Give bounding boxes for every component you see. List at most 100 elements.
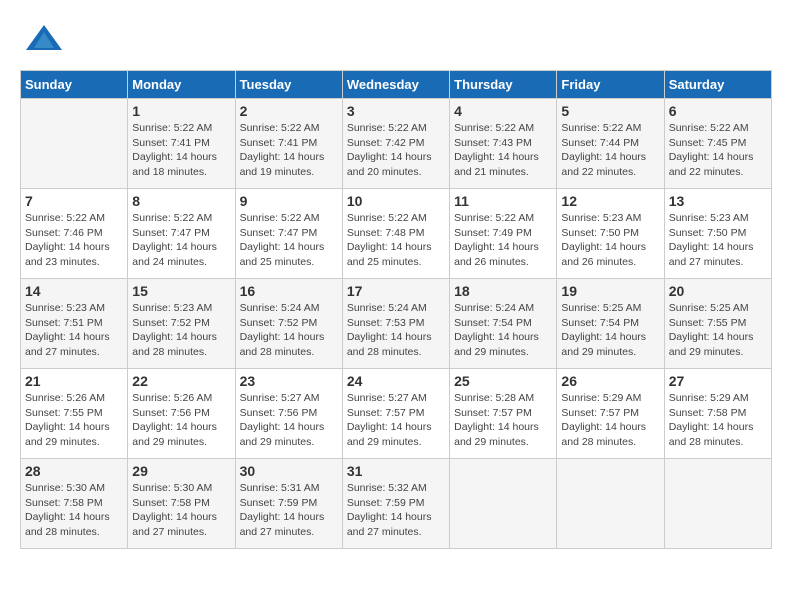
day-info: Sunrise: 5:23 AM Sunset: 7:50 PM Dayligh…: [561, 211, 659, 270]
calendar-cell: 27 Sunrise: 5:29 AM Sunset: 7:58 PM Dayli…: [664, 369, 771, 459]
calendar-cell: 2 Sunrise: 5:22 AM Sunset: 7:41 PM Daylig…: [235, 99, 342, 189]
day-number: 5: [561, 103, 659, 119]
day-info: Sunrise: 5:24 AM Sunset: 7:54 PM Dayligh…: [454, 301, 552, 360]
day-info: Sunrise: 5:22 AM Sunset: 7:41 PM Dayligh…: [132, 121, 230, 180]
day-info: Sunrise: 5:27 AM Sunset: 7:56 PM Dayligh…: [240, 391, 338, 450]
day-info: Sunrise: 5:24 AM Sunset: 7:53 PM Dayligh…: [347, 301, 445, 360]
col-header-sunday: Sunday: [21, 71, 128, 99]
day-number: 1: [132, 103, 230, 119]
calendar-cell: 21 Sunrise: 5:26 AM Sunset: 7:55 PM Dayli…: [21, 369, 128, 459]
day-info: Sunrise: 5:29 AM Sunset: 7:57 PM Dayligh…: [561, 391, 659, 450]
day-info: Sunrise: 5:22 AM Sunset: 7:42 PM Dayligh…: [347, 121, 445, 180]
day-number: 29: [132, 463, 230, 479]
day-number: 14: [25, 283, 123, 299]
day-number: 6: [669, 103, 767, 119]
day-info: Sunrise: 5:22 AM Sunset: 7:48 PM Dayligh…: [347, 211, 445, 270]
day-info: Sunrise: 5:26 AM Sunset: 7:56 PM Dayligh…: [132, 391, 230, 450]
day-number: 23: [240, 373, 338, 389]
day-number: 20: [669, 283, 767, 299]
calendar-cell: 10 Sunrise: 5:22 AM Sunset: 7:48 PM Dayli…: [342, 189, 449, 279]
day-info: Sunrise: 5:30 AM Sunset: 7:58 PM Dayligh…: [25, 481, 123, 540]
calendar-cell: 22Sunrise: 5:26 AM Sunset: 7:56 PM Dayli…: [128, 369, 235, 459]
day-info: Sunrise: 5:22 AM Sunset: 7:45 PM Dayligh…: [669, 121, 767, 180]
calendar-cell: 17 Sunrise: 5:24 AM Sunset: 7:53 PM Dayli…: [342, 279, 449, 369]
day-info: Sunrise: 5:30 AM Sunset: 7:58 PM Dayligh…: [132, 481, 230, 540]
page-header: [20, 20, 772, 60]
day-info: Sunrise: 5:25 AM Sunset: 7:54 PM Dayligh…: [561, 301, 659, 360]
day-number: 12: [561, 193, 659, 209]
col-header-friday: Friday: [557, 71, 664, 99]
day-info: Sunrise: 5:22 AM Sunset: 7:43 PM Dayligh…: [454, 121, 552, 180]
day-number: 26: [561, 373, 659, 389]
day-info: Sunrise: 5:23 AM Sunset: 7:52 PM Dayligh…: [132, 301, 230, 360]
logo-icon: [24, 20, 64, 60]
calendar-cell: 29 Sunrise: 5:30 AM Sunset: 7:58 PM Dayli…: [128, 459, 235, 549]
calendar-cell: 13Sunrise: 5:23 AM Sunset: 7:50 PM Dayli…: [664, 189, 771, 279]
day-info: Sunrise: 5:29 AM Sunset: 7:58 PM Dayligh…: [669, 391, 767, 450]
calendar-cell: 5 Sunrise: 5:22 AM Sunset: 7:44 PM Daylig…: [557, 99, 664, 189]
day-info: Sunrise: 5:22 AM Sunset: 7:44 PM Dayligh…: [561, 121, 659, 180]
calendar-cell: 12 Sunrise: 5:23 AM Sunset: 7:50 PM Dayli…: [557, 189, 664, 279]
day-number: 31: [347, 463, 445, 479]
day-number: 21: [25, 373, 123, 389]
day-number: 7: [25, 193, 123, 209]
calendar-cell: 19 Sunrise: 5:25 AM Sunset: 7:54 PM Dayli…: [557, 279, 664, 369]
calendar-cell: 25Sunrise: 5:28 AM Sunset: 7:57 PM Dayli…: [450, 369, 557, 459]
day-number: 2: [240, 103, 338, 119]
calendar-week-5: 28 Sunrise: 5:30 AM Sunset: 7:58 PM Dayli…: [21, 459, 772, 549]
calendar-cell: 24Sunrise: 5:27 AM Sunset: 7:57 PM Dayli…: [342, 369, 449, 459]
day-number: 9: [240, 193, 338, 209]
day-info: Sunrise: 5:22 AM Sunset: 7:47 PM Dayligh…: [240, 211, 338, 270]
col-header-thursday: Thursday: [450, 71, 557, 99]
calendar-cell: 6 Sunrise: 5:22 AM Sunset: 7:45 PM Daylig…: [664, 99, 771, 189]
calendar-cell: 30 Sunrise: 5:31 AM Sunset: 7:59 PM Dayli…: [235, 459, 342, 549]
header-row: SundayMondayTuesdayWednesdayThursdayFrid…: [21, 71, 772, 99]
calendar-cell: 9 Sunrise: 5:22 AM Sunset: 7:47 PM Daylig…: [235, 189, 342, 279]
day-info: Sunrise: 5:22 AM Sunset: 7:41 PM Dayligh…: [240, 121, 338, 180]
day-number: 25: [454, 373, 552, 389]
day-info: Sunrise: 5:24 AM Sunset: 7:52 PM Dayligh…: [240, 301, 338, 360]
day-info: Sunrise: 5:22 AM Sunset: 7:49 PM Dayligh…: [454, 211, 552, 270]
day-info: Sunrise: 5:31 AM Sunset: 7:59 PM Dayligh…: [240, 481, 338, 540]
calendar-cell: 11Sunrise: 5:22 AM Sunset: 7:49 PM Dayli…: [450, 189, 557, 279]
col-header-tuesday: Tuesday: [235, 71, 342, 99]
day-number: 10: [347, 193, 445, 209]
day-number: 3: [347, 103, 445, 119]
calendar-cell: 26 Sunrise: 5:29 AM Sunset: 7:57 PM Dayli…: [557, 369, 664, 459]
day-number: 17: [347, 283, 445, 299]
calendar-cell: 8 Sunrise: 5:22 AM Sunset: 7:47 PM Daylig…: [128, 189, 235, 279]
calendar-cell: 4 Sunrise: 5:22 AM Sunset: 7:43 PM Daylig…: [450, 99, 557, 189]
day-number: 28: [25, 463, 123, 479]
day-number: 15: [132, 283, 230, 299]
day-info: Sunrise: 5:23 AM Sunset: 7:50 PM Dayligh…: [669, 211, 767, 270]
day-number: 8: [132, 193, 230, 209]
calendar-cell: 28 Sunrise: 5:30 AM Sunset: 7:58 PM Dayli…: [21, 459, 128, 549]
day-number: 30: [240, 463, 338, 479]
col-header-saturday: Saturday: [664, 71, 771, 99]
day-info: Sunrise: 5:22 AM Sunset: 7:47 PM Dayligh…: [132, 211, 230, 270]
day-number: 4: [454, 103, 552, 119]
day-number: 27: [669, 373, 767, 389]
calendar-cell: 15 Sunrise: 5:23 AM Sunset: 7:52 PM Dayli…: [128, 279, 235, 369]
calendar-week-1: 1 Sunrise: 5:22 AM Sunset: 7:41 PM Daylig…: [21, 99, 772, 189]
col-header-monday: Monday: [128, 71, 235, 99]
day-number: 19: [561, 283, 659, 299]
day-info: Sunrise: 5:26 AM Sunset: 7:55 PM Dayligh…: [25, 391, 123, 450]
day-number: 16: [240, 283, 338, 299]
calendar-cell: [450, 459, 557, 549]
calendar-cell: 14 Sunrise: 5:23 AM Sunset: 7:51 PM Dayli…: [21, 279, 128, 369]
calendar-cell: [21, 99, 128, 189]
calendar-table: SundayMondayTuesdayWednesdayThursdayFrid…: [20, 70, 772, 549]
calendar-cell: 31Sunrise: 5:32 AM Sunset: 7:59 PM Dayli…: [342, 459, 449, 549]
calendar-cell: [664, 459, 771, 549]
day-info: Sunrise: 5:23 AM Sunset: 7:51 PM Dayligh…: [25, 301, 123, 360]
calendar-cell: [557, 459, 664, 549]
calendar-cell: 20Sunrise: 5:25 AM Sunset: 7:55 PM Dayli…: [664, 279, 771, 369]
calendar-cell: 1 Sunrise: 5:22 AM Sunset: 7:41 PM Daylig…: [128, 99, 235, 189]
calendar-week-3: 14 Sunrise: 5:23 AM Sunset: 7:51 PM Dayli…: [21, 279, 772, 369]
day-number: 18: [454, 283, 552, 299]
calendar-week-2: 7 Sunrise: 5:22 AM Sunset: 7:46 PM Daylig…: [21, 189, 772, 279]
calendar-cell: 18 Sunrise: 5:24 AM Sunset: 7:54 PM Dayli…: [450, 279, 557, 369]
day-info: Sunrise: 5:27 AM Sunset: 7:57 PM Dayligh…: [347, 391, 445, 450]
day-info: Sunrise: 5:22 AM Sunset: 7:46 PM Dayligh…: [25, 211, 123, 270]
